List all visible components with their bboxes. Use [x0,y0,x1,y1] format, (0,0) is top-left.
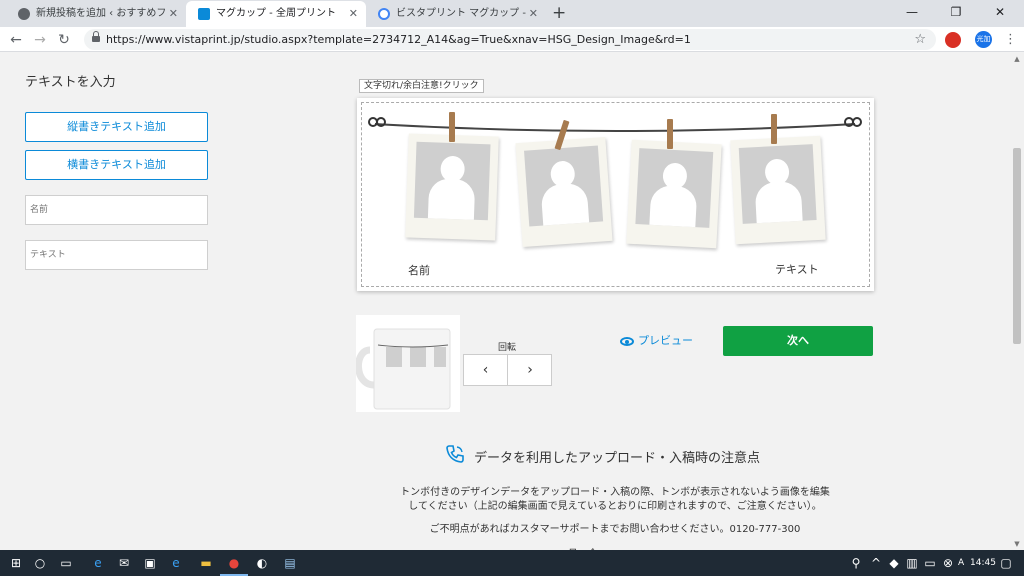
notice-text: してください（上記の編集画面で見えているとおりに印刷されますので、ご注意ください… [408,501,822,512]
network-icon[interactable]: ▥ [902,553,922,573]
ie-icon[interactable]: e [166,553,186,573]
canvas-name-text[interactable]: 名前 [408,262,430,278]
back-arrow-icon[interactable]: ← [6,30,26,50]
app-icon[interactable]: ◐ [252,553,272,573]
lock-icon [92,31,100,44]
scroll-down-icon[interactable]: ▼ [1010,538,1024,550]
notepad-icon[interactable]: ▤ [280,553,300,573]
edge-icon[interactable]: e [88,553,108,573]
canvas-body-text[interactable]: テキスト [775,261,819,277]
close-icon[interactable]: ✕ [349,1,358,27]
close-icon[interactable]: ✕ [169,1,178,27]
photo-frame[interactable] [730,135,826,245]
windows-start-icon[interactable]: ⊞ [6,553,26,573]
task-view-icon[interactable]: ▭ [56,553,76,573]
mail-icon[interactable]: ✉ [114,553,134,573]
text-input[interactable] [25,240,208,270]
close-icon[interactable]: ✕ [529,1,538,27]
photo-placeholder [524,145,604,227]
photo-frame[interactable] [405,133,499,241]
page-scrollbar[interactable]: ▲ ▼ [1010,53,1024,550]
browser-toolbar: ← → ↻ https://www.vistaprint.jp/studio.a… [0,27,1024,52]
clothespin-icon [449,112,455,142]
bookmark-star-icon[interactable]: ☆ [914,29,926,50]
scroll-thumb[interactable] [1013,148,1021,344]
next-button[interactable]: 次へ [723,326,873,356]
minimize-button[interactable]: — [890,0,934,24]
volume-icon[interactable]: ⊗ [938,553,958,573]
clothespin-icon [771,114,777,144]
tab-title: ビスタプリント マグカップ - Google 検 [396,8,528,19]
preview-link[interactable]: プレビュー [620,332,693,348]
photo-placeholder [738,144,817,224]
explorer-icon[interactable]: ▬ [196,553,216,573]
upload-notice-title: データを利用したアップロード・入稿時の注意点 [474,451,761,466]
chrome-icon[interactable]: ● [224,553,244,573]
reload-icon[interactable]: ↻ [54,30,74,50]
page-content: テキストを入力 縦書きテキスト追加 横書きテキスト追加 文字切れ/余白注意!クリ… [0,53,1024,560]
add-vertical-text-button[interactable]: 縦書きテキスト追加 [25,112,208,142]
vistaprint-icon [198,8,210,20]
eye-icon [620,336,634,346]
mug-preview-thumbnail[interactable] [355,315,460,412]
tab-title: 新規投稿を追加 ‹ おすすめフォトブッ [36,8,168,19]
text-input-heading: テキストを入力 [25,75,116,90]
google-icon [378,8,390,20]
photo-frame[interactable] [515,136,613,248]
photo-placeholder [413,141,491,221]
restore-button[interactable]: ❐ [934,0,978,24]
rotate-controls: ‹ › [463,354,552,386]
rotate-label: 回転 [498,343,517,353]
tab-mug-print[interactable]: マグカップ - 全周プリント ✕ [186,1,366,27]
search-icon[interactable]: ○ [30,553,50,573]
phone-icon [446,445,464,463]
address-bar[interactable]: https://www.vistaprint.jp/studio.aspx?te… [84,29,936,50]
rotate-right-button[interactable]: › [508,355,552,385]
notification-icon[interactable]: ▢ [996,553,1016,573]
mug-icon [355,328,451,410]
profile-avatar[interactable]: 光加 [975,31,992,48]
clock[interactable]: 14:45 [970,550,996,576]
tab-strip: 新規投稿を追加 ‹ おすすめフォトブッ ✕ マグカップ - 全周プリント ✕ ビ… [0,0,1024,27]
tray-chevron-icon[interactable]: ^ [866,553,886,573]
dropbox-icon[interactable]: ◆ [884,553,904,573]
name-input[interactable] [25,195,208,225]
forward-arrow-icon[interactable]: → [30,30,50,50]
margin-warning-label[interactable]: 文字切れ/余白注意!クリック [359,79,484,93]
extension-icon[interactable] [945,32,961,48]
tab-title: マグカップ - 全周プリント [216,8,336,19]
tab-google-search[interactable]: ビスタプリント マグカップ - Google 検 ✕ [366,1,546,27]
notice-text: トンボ付きのデザインデータをアップロード・入稿の際、トンボが表示されないよう画像… [400,487,830,498]
new-tab-button[interactable]: + [552,2,566,24]
battery-icon[interactable]: ▭ [920,553,940,573]
add-horizontal-text-button[interactable]: 横書きテキスト追加 [25,150,208,180]
support-contact-text: ご不明点があればカスタマーサポートまでお問い合わせください。0120-777-3… [429,524,801,535]
input-language[interactable]: A [958,550,964,576]
photo-placeholder [635,148,714,228]
photo-frame[interactable] [626,139,722,249]
preview-label: プレビュー [638,334,693,347]
scroll-up-icon[interactable]: ▲ [1010,53,1024,65]
tab-new-post[interactable]: 新規投稿を追加 ‹ おすすめフォトブッ ✕ [6,1,186,27]
rotate-left-button[interactable]: ‹ [464,355,508,385]
design-canvas[interactable]: 名前 テキスト [357,98,874,291]
window-close-button[interactable]: ✕ [978,0,1022,24]
wordpress-icon [18,8,30,20]
menu-dots-icon[interactable]: ⋮ [1004,30,1017,50]
windows-taskbar: ⊞ ○ ▭ e ✉ ▣ e ▬ ● ◐ ▤ ⚲ ^ ◆ ▥ ▭ ⊗ A 14:4… [0,550,1024,576]
store-icon[interactable]: ▣ [140,553,160,573]
clothespin-icon [667,119,673,149]
people-icon[interactable]: ⚲ [846,553,866,573]
url-text[interactable]: https://www.vistaprint.jp/studio.aspx?te… [106,29,691,50]
